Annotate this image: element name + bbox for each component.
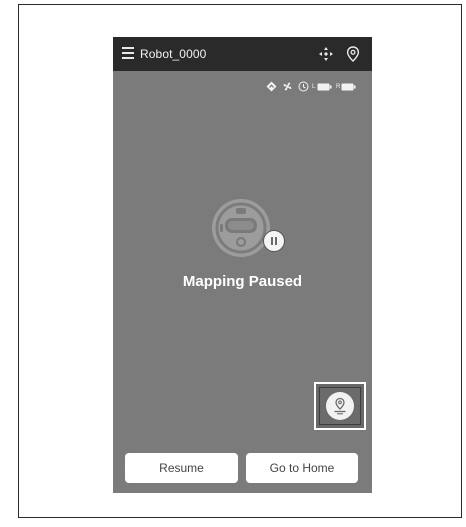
map-pin-icon <box>334 397 346 415</box>
hamburger-menu-icon[interactable] <box>122 47 134 61</box>
top-bar: Robot_0000 <box>113 37 372 71</box>
go-to-home-button[interactable]: Go to Home <box>246 453 358 483</box>
robot-vacuum-icon <box>212 199 270 257</box>
fan-icon <box>283 82 292 91</box>
page-title: Robot_0000 <box>140 47 207 61</box>
status-icons: L R <box>266 81 366 93</box>
battery-r-label: R <box>336 84 341 90</box>
map-button-border <box>319 387 361 425</box>
move-arrows-icon[interactable] <box>317 45 335 63</box>
battery-l-icon <box>317 83 332 91</box>
resume-button[interactable]: Resume <box>125 453 238 483</box>
pause-icon <box>263 230 285 252</box>
app-screen: Robot_0000 L R Mapping Paused Resume Go … <box>113 37 372 493</box>
battery-r-icon <box>341 83 356 91</box>
battery-l-label: L <box>312 84 316 90</box>
map-button-highlight <box>314 382 366 430</box>
robot-status-icon <box>298 81 309 92</box>
map-pin-button[interactable] <box>326 392 354 420</box>
location-pin-icon[interactable] <box>344 45 362 63</box>
diamond-direction-icon <box>266 81 277 92</box>
mapping-status-text: Mapping Paused <box>182 273 303 290</box>
